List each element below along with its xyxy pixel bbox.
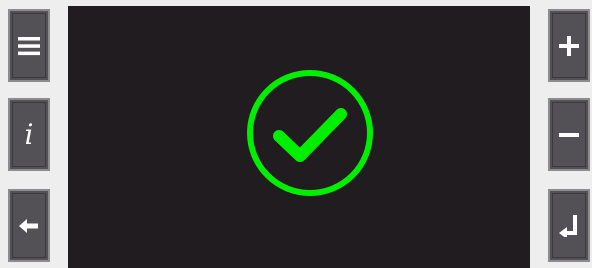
increase-button[interactable]: [548, 9, 590, 82]
plus-icon: [559, 35, 579, 56]
check-circle-icon: [247, 70, 373, 196]
back-button[interactable]: [8, 189, 50, 262]
right-button-column: [540, 0, 592, 262]
menu-icon: [18, 36, 40, 55]
display-screen: [68, 6, 530, 268]
enter-icon: [559, 214, 577, 237]
info-icon: i: [24, 117, 34, 151]
decrease-button[interactable]: [548, 98, 590, 171]
info-button[interactable]: i: [8, 98, 50, 171]
menu-button[interactable]: [8, 9, 50, 82]
enter-button[interactable]: [548, 189, 590, 262]
arrow-left-icon: [19, 218, 38, 233]
minus-icon: [559, 132, 579, 137]
left-button-column: i: [0, 0, 52, 262]
